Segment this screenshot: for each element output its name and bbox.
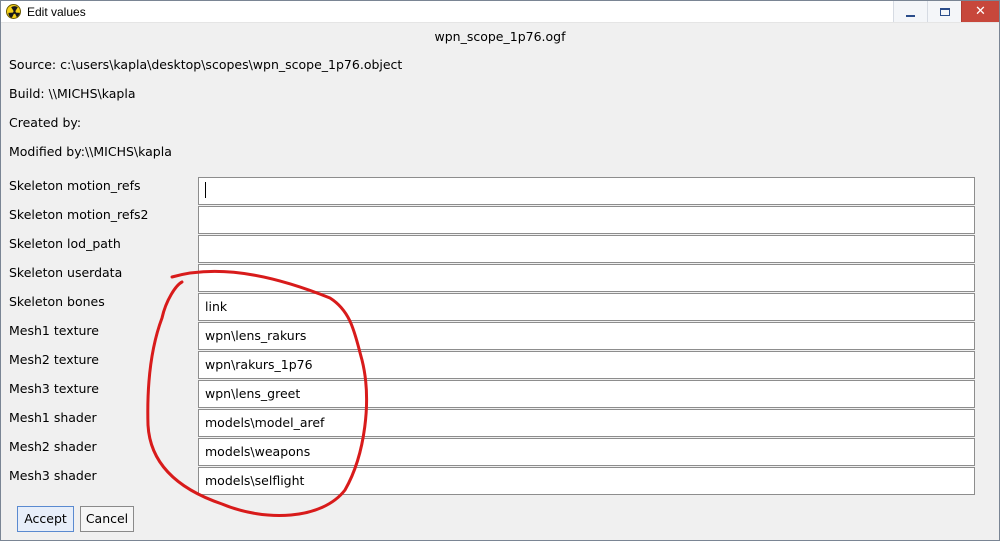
- skeleton-motion-refs2-input[interactable]: [198, 206, 975, 234]
- minimize-button[interactable]: [893, 1, 927, 22]
- source-info: Source: c:\users\kapla\desktop\scopes\wp…: [9, 57, 403, 72]
- cancel-button[interactable]: Cancel: [80, 506, 134, 532]
- title-bar[interactable]: Edit values ✕: [1, 1, 999, 23]
- field-label-mesh1-shader: Mesh1 shader: [9, 410, 97, 425]
- close-button[interactable]: ✕: [961, 1, 999, 22]
- field-label-skeleton-bones: Skeleton bones: [9, 294, 105, 309]
- modified-by-info: Modified by:\\MICHS\kapla: [9, 144, 172, 159]
- field-label-mesh3-texture: Mesh3 texture: [9, 381, 99, 396]
- edit-values-window: Edit values ✕ wpn_scope_1p76.ogf Source:…: [0, 0, 1000, 541]
- field-label-skeleton-userdata: Skeleton userdata: [9, 265, 123, 280]
- skeleton-userdata-input[interactable]: [198, 264, 975, 292]
- text-caret: [205, 182, 206, 198]
- skeleton-bones-input[interactable]: link: [198, 293, 975, 321]
- skeleton-motion-refs-input[interactable]: [198, 177, 975, 205]
- close-icon: ✕: [975, 4, 986, 19]
- mesh1-shader-input[interactable]: models\model_aref: [198, 409, 975, 437]
- build-info: Build: \\MICHS\kapla: [9, 86, 136, 101]
- field-label-mesh2-shader: Mesh2 shader: [9, 439, 97, 454]
- mesh2-texture-input[interactable]: wpn\rakurs_1p76: [198, 351, 975, 379]
- field-label-mesh3-shader: Mesh3 shader: [9, 468, 97, 483]
- field-label-mesh2-texture: Mesh2 texture: [9, 352, 99, 367]
- maximize-button[interactable]: [927, 1, 961, 22]
- window-title: Edit values: [27, 5, 86, 19]
- field-label-mesh1-texture: Mesh1 texture: [9, 323, 99, 338]
- mesh3-texture-input[interactable]: wpn\lens_greet: [198, 380, 975, 408]
- file-name-heading: wpn_scope_1p76.ogf: [434, 29, 566, 44]
- mesh3-shader-input[interactable]: models\selflight: [198, 467, 975, 495]
- radiation-icon: [6, 4, 21, 19]
- field-label-skeleton-motion-refs2: Skeleton motion_refs2: [9, 207, 149, 222]
- mesh1-texture-input[interactable]: wpn\lens_rakurs: [198, 322, 975, 350]
- mesh2-shader-input[interactable]: models\weapons: [198, 438, 975, 466]
- minimize-icon: [906, 14, 915, 17]
- field-label-skeleton-motion-refs: Skeleton motion_refs: [9, 178, 141, 193]
- field-label-skeleton-lod-path: Skeleton lod_path: [9, 236, 121, 251]
- accept-button[interactable]: Accept: [17, 506, 74, 532]
- skeleton-lod-path-input[interactable]: [198, 235, 975, 263]
- maximize-icon: [939, 7, 950, 16]
- created-by-info: Created by:: [9, 115, 82, 130]
